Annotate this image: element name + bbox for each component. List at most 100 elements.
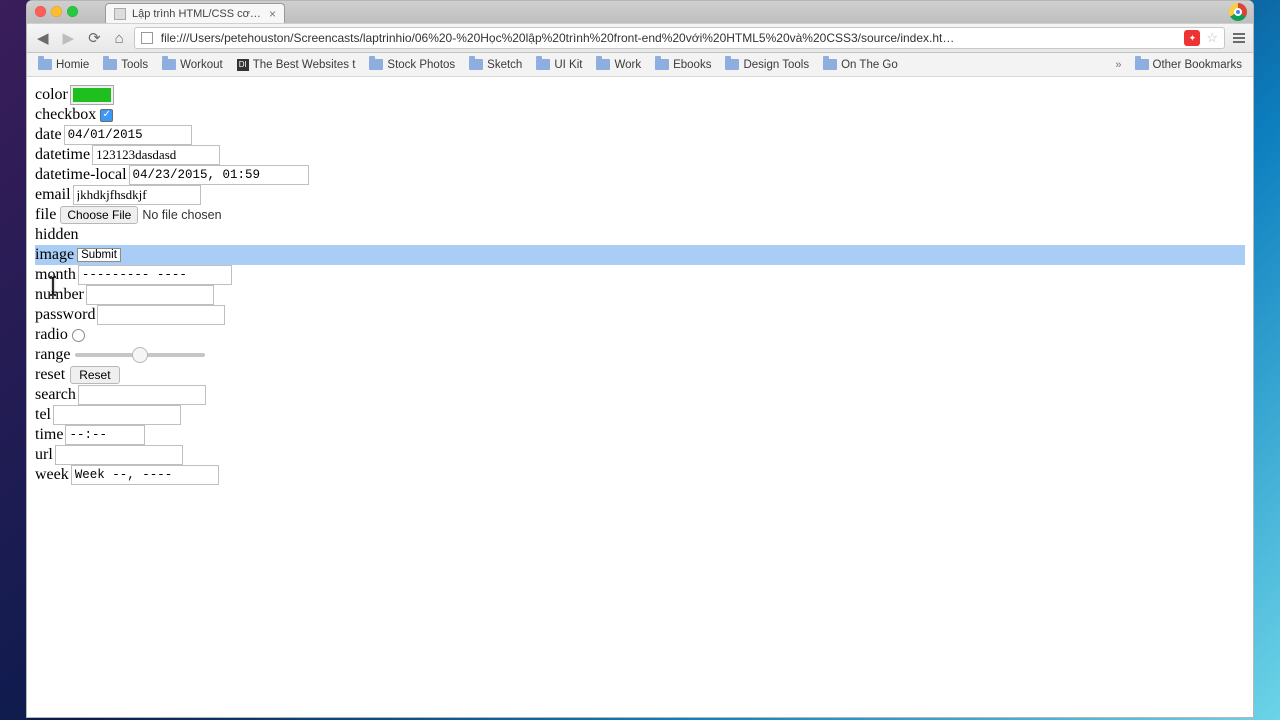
input-color[interactable]: [70, 85, 114, 105]
browser-toolbar: ◀ ▶ ⟳ ⌂ ✦ ☆: [27, 23, 1253, 53]
chrome-profile-icon[interactable]: [1229, 3, 1247, 21]
forward-button: ▶: [59, 27, 79, 49]
bookmark-item[interactable]: Design Tools: [720, 57, 814, 73]
folder-icon: [596, 59, 610, 70]
input-date[interactable]: [64, 125, 192, 145]
bookmark-item[interactable]: Work: [591, 57, 646, 73]
back-button[interactable]: ◀: [33, 27, 53, 49]
folder-icon: [823, 59, 837, 70]
zoom-window-icon[interactable]: [67, 6, 78, 17]
bookmark-item[interactable]: DIThe Best Websites t: [232, 57, 361, 73]
row-month: month: [35, 265, 1245, 285]
file-chosen-text: No file chosen: [142, 205, 221, 225]
label-checkbox: checkbox: [35, 105, 96, 125]
input-number[interactable]: [86, 285, 214, 305]
input-datetime[interactable]: [92, 145, 220, 165]
row-color: color: [35, 85, 1245, 105]
row-hidden: hidden: [35, 225, 1245, 245]
row-checkbox: checkbox ✓: [35, 105, 1245, 125]
row-number: number: [35, 285, 1245, 305]
reload-button[interactable]: ⟳: [84, 27, 105, 49]
label-date: date: [35, 125, 62, 145]
row-email: email: [35, 185, 1245, 205]
tab-strip: Lập trình HTML/CSS cơ bản ×: [27, 1, 1253, 23]
folder-icon: [162, 59, 176, 70]
row-reset: reset Reset: [35, 365, 1245, 385]
label-url: url: [35, 445, 53, 465]
row-range: range: [35, 345, 1245, 365]
input-month[interactable]: [78, 265, 232, 285]
label-month: month: [35, 265, 76, 285]
row-url: url: [35, 445, 1245, 465]
input-url[interactable]: [55, 445, 183, 465]
folder-icon: [1135, 59, 1149, 70]
label-time: time: [35, 425, 63, 445]
folder-icon: [369, 59, 383, 70]
bookmark-item[interactable]: UI Kit: [531, 57, 587, 73]
folder-icon: [655, 59, 669, 70]
input-week[interactable]: [71, 465, 219, 485]
label-datetime-local: datetime-local: [35, 165, 127, 185]
close-tab-icon[interactable]: ×: [269, 7, 276, 21]
label-range: range: [35, 345, 71, 365]
bookmark-item[interactable]: Homie: [33, 57, 94, 73]
traffic-lights: [35, 6, 78, 17]
bookmark-item[interactable]: Workout: [157, 57, 228, 73]
menu-button[interactable]: [1231, 31, 1247, 45]
input-email[interactable]: [73, 185, 201, 205]
label-file: file: [35, 205, 56, 225]
input-tel[interactable]: [53, 405, 181, 425]
page-content: color checkbox ✓ date datetime datetime-…: [27, 77, 1253, 493]
close-window-icon[interactable]: [35, 6, 46, 17]
label-datetime: datetime: [35, 145, 90, 165]
input-datetime-local[interactable]: [129, 165, 309, 185]
bookmark-item[interactable]: Ebooks: [650, 57, 716, 73]
browser-window: Lập trình HTML/CSS cơ bản × ◀ ▶ ⟳ ⌂ ✦ ☆ …: [26, 0, 1254, 718]
extension-icon[interactable]: ✦: [1184, 30, 1200, 46]
row-week: week: [35, 465, 1245, 485]
label-radio: radio: [35, 325, 68, 345]
favicon-icon: [114, 8, 126, 20]
label-number: number: [35, 285, 84, 305]
range-thumb[interactable]: [132, 347, 148, 363]
input-radio[interactable]: [72, 329, 85, 342]
bookmark-overflow-icon[interactable]: »: [1111, 59, 1125, 71]
row-image: image Submit: [35, 245, 1245, 265]
minimize-window-icon[interactable]: [51, 6, 62, 17]
label-image: image: [35, 245, 74, 265]
browser-tab[interactable]: Lập trình HTML/CSS cơ bản ×: [105, 3, 285, 23]
folder-icon: [103, 59, 117, 70]
input-range[interactable]: [75, 353, 205, 357]
bookmark-bar: Homie Tools Workout DIThe Best Websites …: [27, 53, 1253, 77]
bookmark-item[interactable]: On The Go: [818, 57, 903, 73]
label-password: password: [35, 305, 95, 325]
page-viewport: color checkbox ✓ date datetime datetime-…: [27, 77, 1253, 717]
tab-title: Lập trình HTML/CSS cơ bản: [132, 8, 263, 20]
row-date: date: [35, 125, 1245, 145]
file-choose-button[interactable]: Choose File: [60, 206, 138, 224]
label-reset: reset: [35, 365, 65, 385]
bookmark-item[interactable]: Sketch: [464, 57, 527, 73]
home-button[interactable]: ⌂: [111, 28, 128, 49]
bookmark-item[interactable]: Stock Photos: [364, 57, 460, 73]
input-image-submit[interactable]: Submit: [77, 248, 121, 262]
row-datetime-local: datetime-local: [35, 165, 1245, 185]
input-time[interactable]: [65, 425, 145, 445]
folder-icon: [469, 59, 483, 70]
label-email: email: [35, 185, 71, 205]
folder-icon: [38, 59, 52, 70]
bookmark-star-icon[interactable]: ☆: [1206, 30, 1218, 46]
address-bar[interactable]: ✦ ☆: [134, 27, 1225, 49]
input-search[interactable]: [78, 385, 206, 405]
row-radio: radio: [35, 325, 1245, 345]
bookmark-item[interactable]: Tools: [98, 57, 153, 73]
input-password[interactable]: [97, 305, 225, 325]
folder-icon: [725, 59, 739, 70]
label-color: color: [35, 85, 68, 105]
other-bookmarks[interactable]: Other Bookmarks: [1130, 57, 1247, 73]
input-checkbox[interactable]: ✓: [100, 109, 113, 122]
row-search: search: [35, 385, 1245, 405]
input-reset-button[interactable]: Reset: [70, 366, 119, 384]
row-password: password: [35, 305, 1245, 325]
url-input[interactable]: [159, 30, 1179, 46]
